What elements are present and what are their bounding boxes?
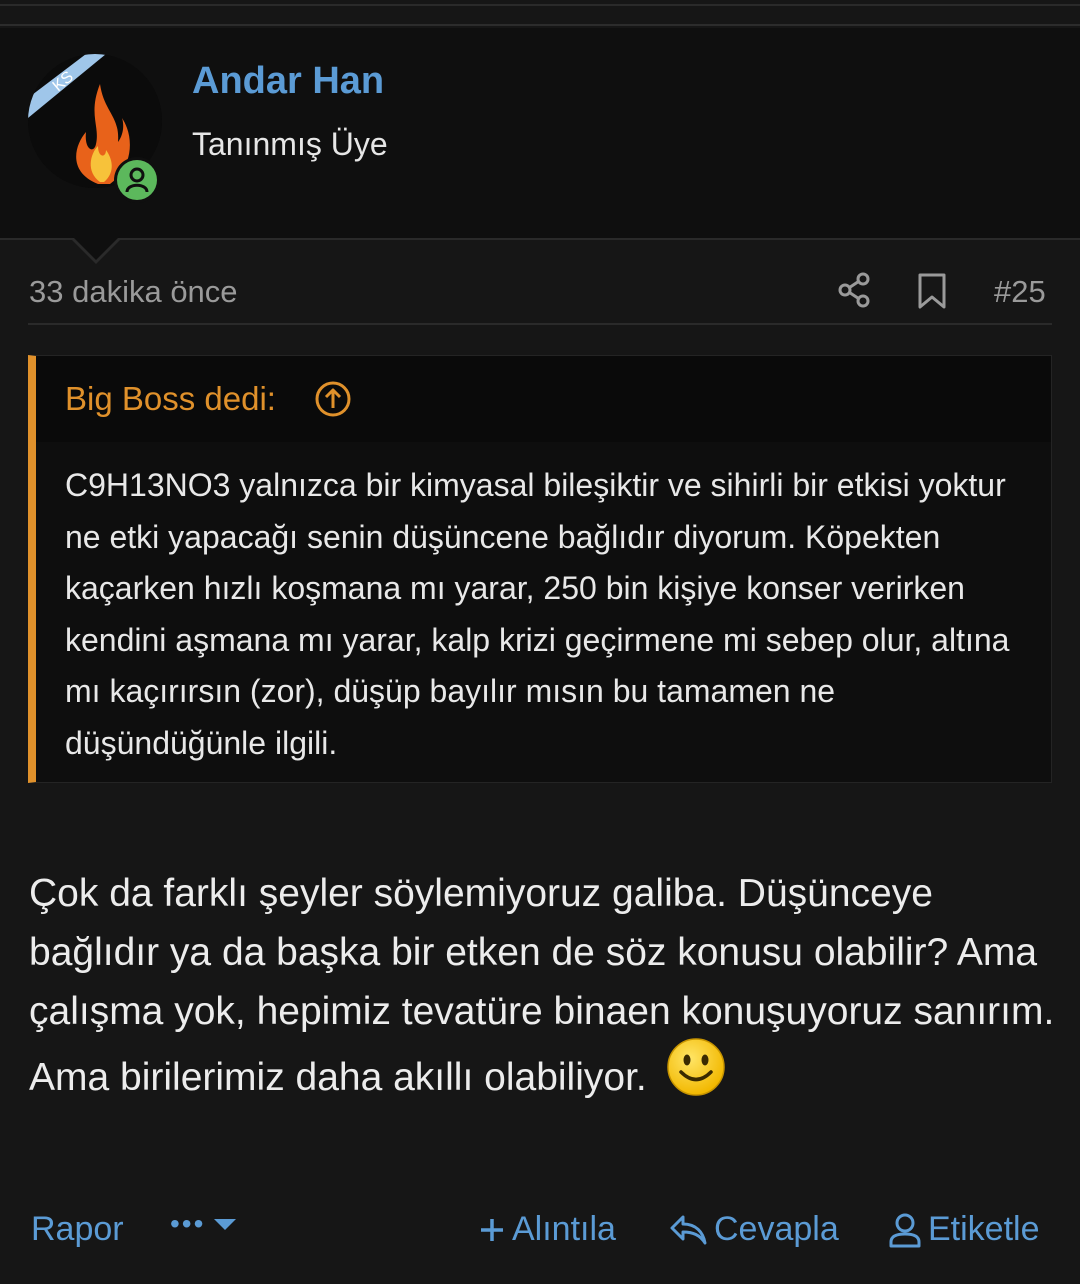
top-rule [0,0,1080,26]
reply-button-label: Cevapla [714,1210,839,1248]
report-link[interactable]: Rapor [31,1210,124,1249]
more-options-button[interactable]: ••• [170,1208,237,1240]
tag-button-label: Etiketle [928,1210,1040,1248]
username-link[interactable]: Andar Han [192,60,384,103]
quote-button[interactable]: Alıntıla [478,1210,616,1249]
plus-icon [478,1216,506,1244]
divider [28,323,1052,325]
header-pointer-inner [72,236,120,260]
more-dots: ••• [170,1208,206,1239]
share-icon[interactable] [836,272,872,313]
arrow-up-circle-icon[interactable] [314,380,352,423]
quote-button-label: Alıntıla [512,1210,616,1248]
user-title: Tanınmış Üye [192,126,388,162]
post-text: Çok da farklı şeyler söylemiyoruz galiba… [29,872,1055,1099]
quote-header: Big Boss dedi: [36,356,1051,442]
tag-button[interactable]: Etiketle [888,1210,1040,1249]
user-icon [888,1212,922,1248]
post-content: Çok da farklı şeyler söylemiyoruz galiba… [29,864,1059,1118]
user-header: KS Andar Han Tanınmış Üye [0,28,1080,264]
bookmark-icon[interactable] [916,272,948,315]
post-actions: Rapor ••• Alıntıla Cevapla Etiketle [0,1200,1080,1264]
post-time[interactable]: 33 dakika önce [29,274,238,310]
chevron-down-icon [213,1216,237,1232]
quote-author-link[interactable]: Big Boss dedi: [65,380,276,418]
online-status-badge [114,157,160,203]
smiley-icon [666,1037,726,1114]
reply-button[interactable]: Cevapla [668,1210,839,1249]
quote-text: C9H13NO3 yalnızca bir kimyasal bileşikti… [65,467,1010,761]
quote-block: Big Boss dedi: C9H13NO3 yalnızca bir kim… [28,355,1052,783]
post-meta: 33 dakika önce #25 [0,262,1080,326]
post-number-link[interactable]: #25 [994,274,1046,310]
user-online-icon [125,167,149,193]
reply-icon [668,1213,708,1247]
